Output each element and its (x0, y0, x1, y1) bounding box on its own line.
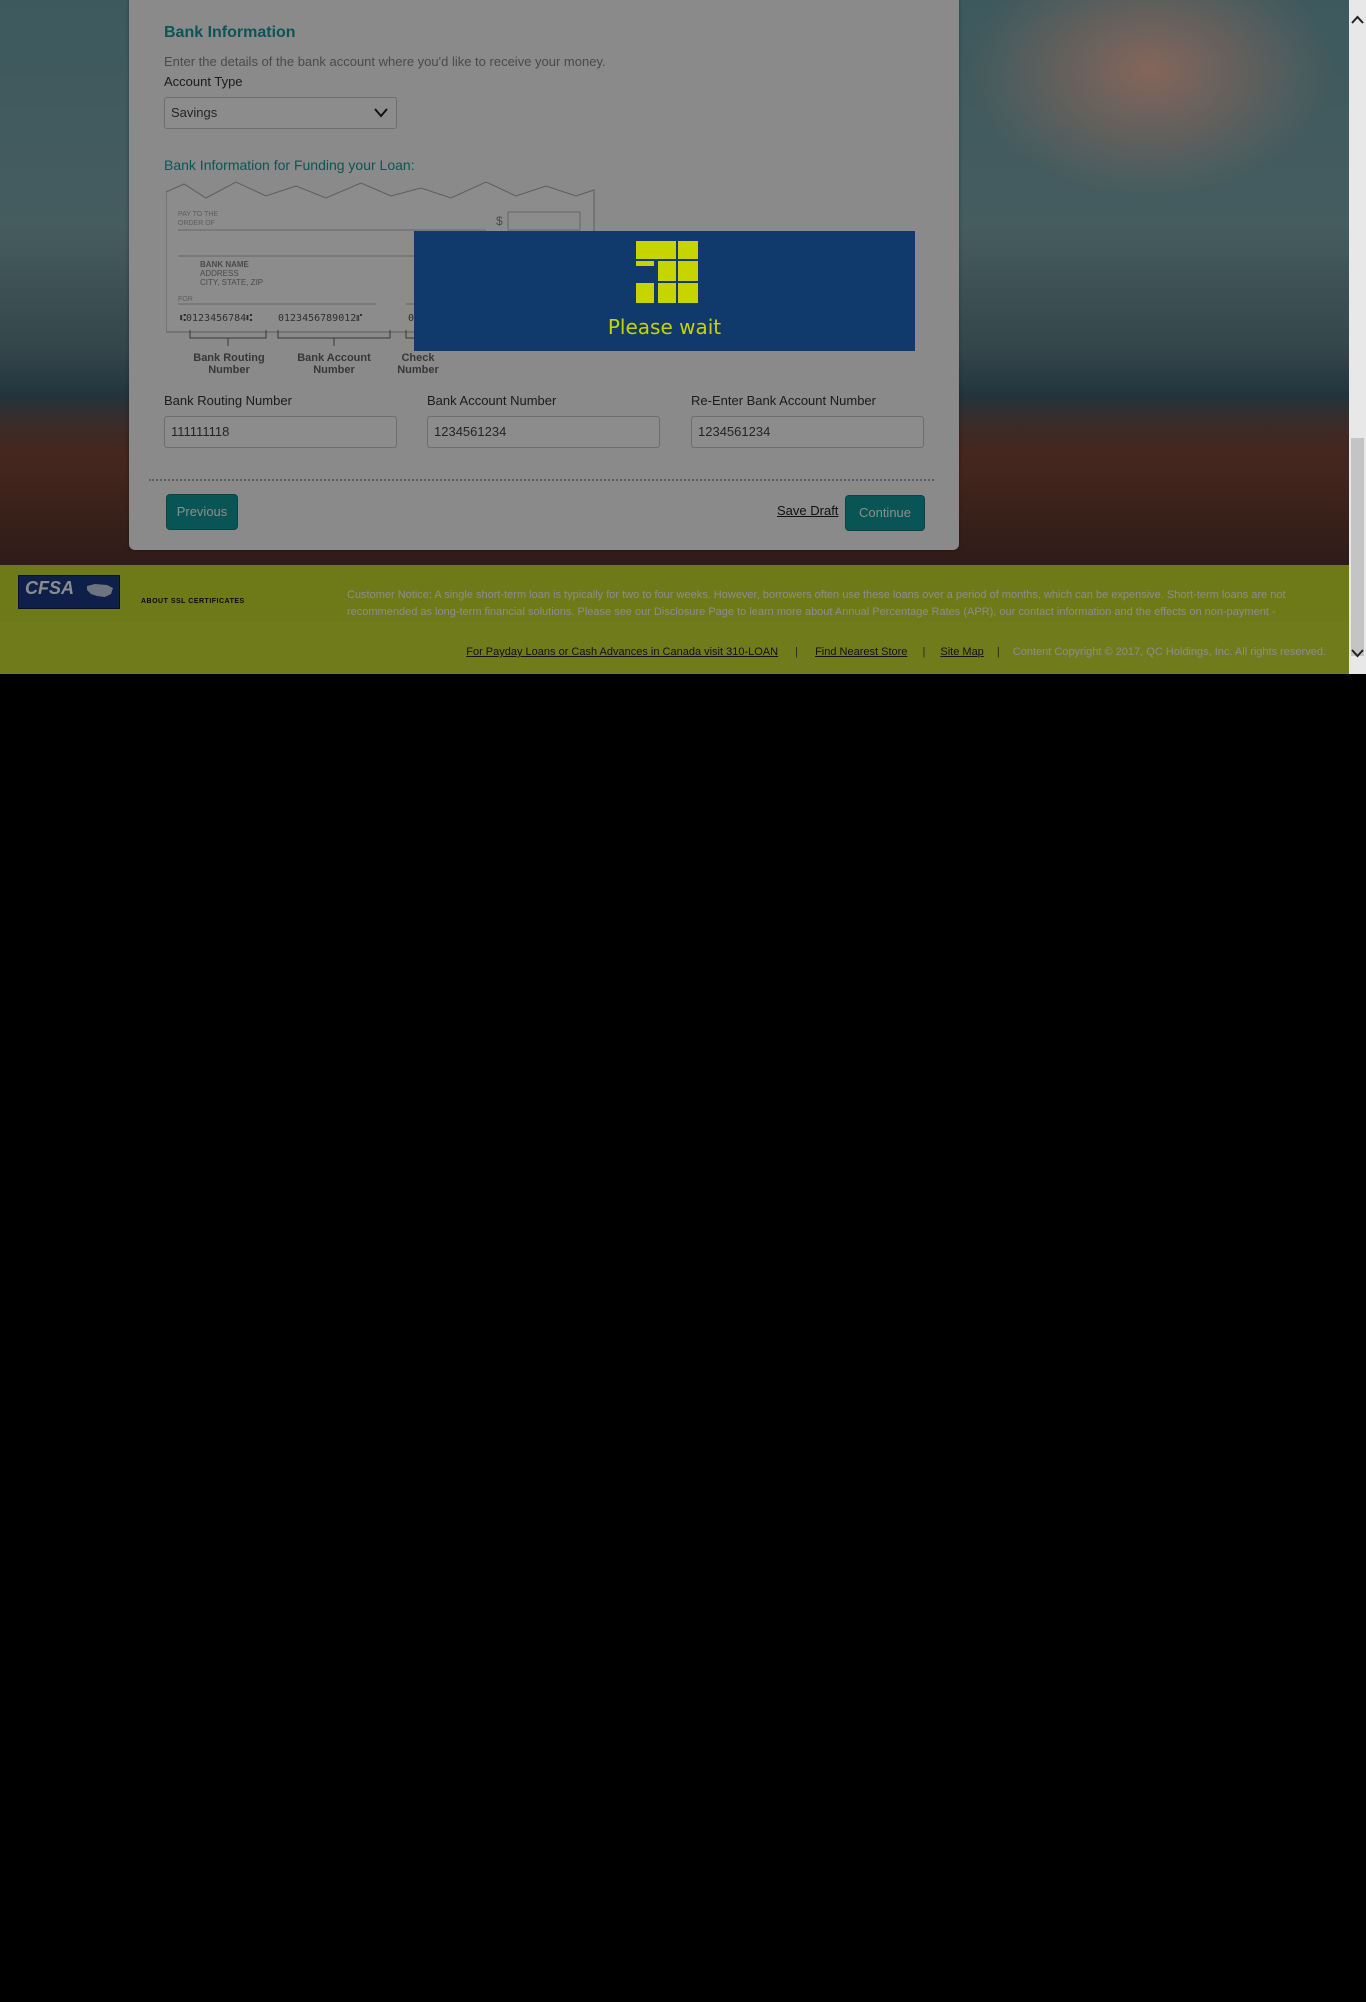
scroll-up-icon[interactable] (1349, 12, 1366, 29)
scroll-thumb[interactable] (1351, 438, 1364, 656)
browser-viewport: Bank Information Enter the details of th… (0, 0, 1366, 674)
please-wait-modal: Please wait (414, 231, 915, 351)
scrollbar[interactable] (1349, 0, 1366, 674)
please-wait-text: Please wait (607, 315, 722, 339)
loading-spinner-icon (636, 241, 698, 303)
scroll-down-icon[interactable] (1349, 644, 1366, 661)
